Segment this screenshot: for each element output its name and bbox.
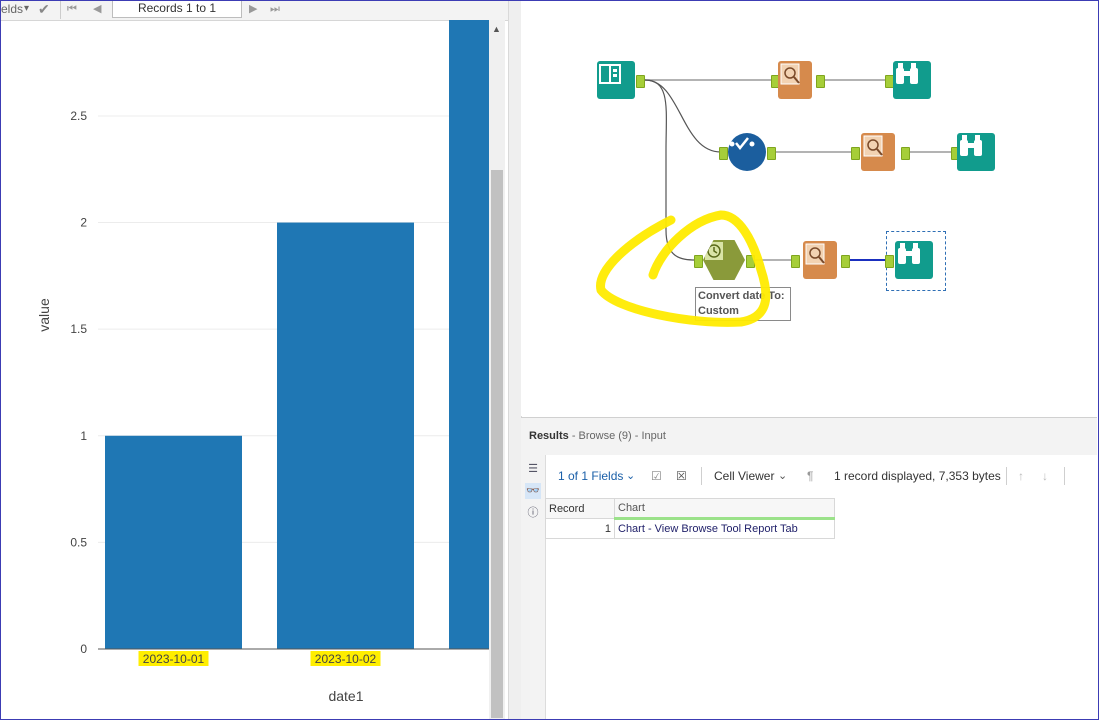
panel-splitter[interactable] [508,0,522,720]
column-header-chart[interactable]: Chart [614,498,835,520]
tool-annotation: Convert date To: Custom [695,287,791,321]
output-anchor[interactable] [901,147,910,160]
results-header: Results - Browse (9) - Input [521,418,1097,455]
arrow-down-icon[interactable]: ↓ [1042,462,1048,490]
y-tick-label: 0 [80,642,87,656]
output-anchor[interactable] [841,255,850,268]
close-square-icon[interactable]: ☒ [676,462,687,490]
report-chart-icon [780,63,800,85]
input-anchor[interactable] [791,255,800,268]
input-data-tool[interactable] [597,61,635,99]
browse-tool-3[interactable] [895,241,933,279]
checkmark-dot-icon [729,137,755,151]
input-anchor[interactable] [885,255,894,268]
arrow-up-icon[interactable]: ↑ [1018,462,1024,490]
report-chart-icon [863,135,883,157]
browse-toolbar: elds ▾ ✔ ⏮ ◀ Records 1 to 1 ▶ ⏭ [0,0,508,21]
x-tick-label: 2023-10-02 [315,652,377,666]
y-axis-label: value [36,298,52,332]
results-toolbar: 1 of 1 Fields ⌄ ☑ ☒ Cell Viewer ⌄ ¶ 1 re… [545,462,1097,490]
fields-label[interactable]: elds [1,0,23,20]
checkmark-icon[interactable]: ✔ [38,0,50,20]
column-header-record[interactable]: Record [545,498,615,519]
report-chart-icon [805,243,825,265]
bar-2023-10-02 [277,222,414,649]
chart-bars [105,20,489,649]
results-grid: Record Chart 1 Chart - View Browse Tool … [545,498,835,539]
browse-tool-1[interactable] [893,61,931,99]
chart-cell[interactable]: Chart - View Browse Tool Report Tab [614,518,835,539]
paragraph-icon[interactable]: ¶ [807,462,813,490]
previous-record-icon[interactable]: ◀ [93,0,101,20]
input-anchor[interactable] [719,147,728,160]
bar-2023-10-03 [449,20,489,649]
book-icon [599,64,621,84]
input-anchor[interactable] [694,255,703,268]
help-icon[interactable]: ⓘ [525,505,541,521]
y-tick-label: 1 [80,429,87,443]
output-anchor[interactable] [816,75,825,88]
status-text: 1 record displayed, 7,353 bytes [834,469,1001,483]
results-title: Results [529,430,569,442]
results-subtitle: - Browse (9) - Input [571,430,666,442]
binoculars-icon [960,135,982,156]
list-icon[interactable]: ☰ [525,461,541,477]
input-anchor[interactable] [851,147,860,160]
annotation-line-2: Custom [698,305,739,317]
chart-y-ticks: 0 0.5 1 1.5 2 2.5 [70,109,87,656]
y-tick-label: 1.5 [70,322,87,336]
toolbar-divider [60,1,61,19]
binoculars-icon[interactable]: 👓 [525,483,541,499]
annotation-line-1: Convert date To: [698,290,785,302]
workflow-canvas[interactable]: Convert date To: Custom [521,0,1097,416]
fields-selector[interactable]: 1 of 1 Fields [558,462,623,490]
y-tick-label: 2 [80,216,87,230]
report-tool-2[interactable] [861,133,895,171]
table-row[interactable]: 1 Chart - View Browse Tool Report Tab [545,518,835,539]
binoculars-icon [896,63,918,84]
output-anchor[interactable] [746,255,755,268]
bar-chart: 0 0.5 1 1.5 2 2.5 2023-10-01 2023-10-02 2 value… [36,20,489,704]
browse-tool-2[interactable] [957,133,995,171]
binoculars-icon [898,243,920,264]
output-anchor[interactable] [767,147,776,160]
chart-browse-panel: elds ▾ ✔ ⏮ ◀ Records 1 to 1 ▶ ⏭ 0 0.5 1 1.5… [0,0,508,720]
check-square-icon[interactable]: ☑ [651,462,662,490]
results-side-toolbar: ☰ 👓 ⓘ [521,455,546,719]
next-record-icon[interactable]: ▶ [249,0,257,20]
y-tick-label: 0.5 [70,535,87,549]
record-cell[interactable]: 1 [545,518,615,539]
last-record-icon[interactable]: ⏭ [270,0,280,20]
report-tool-1[interactable] [778,61,812,99]
toolbar-divider [1064,467,1065,485]
toolbar-divider [701,467,702,485]
fields-chevron-icon[interactable]: ⌄ [626,462,635,490]
filter-tool[interactable] [728,133,766,171]
bar-2023-10-01 [105,435,242,649]
dropdown-arrow-icon[interactable]: ▾ [24,0,29,20]
x-axis-label: date1 [328,688,363,704]
scrollbar-thumb[interactable] [491,170,503,718]
scroll-up-arrow-icon[interactable]: ▲ [492,24,501,34]
report-tool-3[interactable] [803,241,837,279]
vertical-scrollbar[interactable]: ▲ [489,20,505,720]
y-tick-label: 2.5 [70,109,87,123]
output-anchor[interactable] [636,75,645,88]
cell-viewer-chevron-icon[interactable]: ⌄ [778,462,787,490]
x-tick-label: 2023-10-01 [143,652,205,666]
records-range-display: Records 1 to 1 [112,0,242,18]
toolbar-divider [1006,467,1007,485]
chart-x-ticks: 2023-10-012023-10-022 [138,651,381,666]
results-window: Results - Browse (9) - Input ☰ 👓 ⓘ 1 of … [521,417,1097,719]
cell-viewer-dropdown[interactable]: Cell Viewer [714,462,774,490]
first-record-icon[interactable]: ⏮ [67,0,77,20]
